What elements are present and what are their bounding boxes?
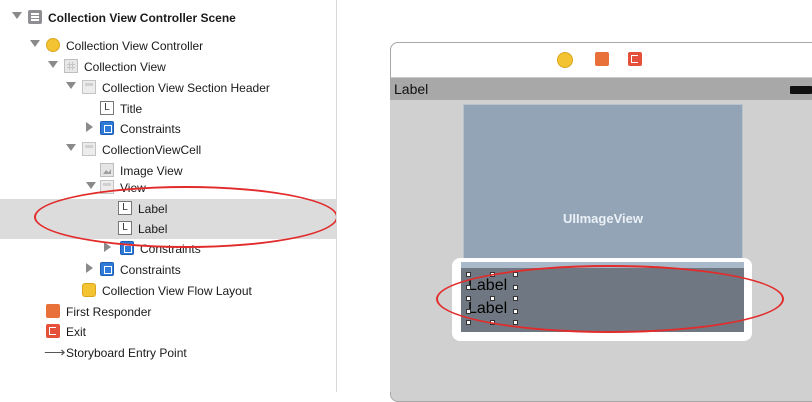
view-controller-icon	[46, 38, 60, 52]
outline-item-label: Collection View Section Header	[102, 81, 270, 95]
battery-icon	[790, 86, 812, 94]
outline-row-view-controller[interactable]: Collection View Controller	[0, 36, 336, 56]
disclosure-open-icon[interactable]	[86, 182, 96, 189]
highlight-ellipse	[34, 186, 338, 248]
view-controller-icon[interactable]	[557, 52, 573, 68]
outline-item-label: Collection View Flow Layout	[102, 284, 252, 298]
document-outline: Collection View Controller Scene Collect…	[0, 0, 338, 392]
outline-row-scene[interactable]: Collection View Controller Scene	[0, 8, 336, 28]
outline-row-exit[interactable]: Exit	[0, 322, 336, 342]
disclosure-open-icon[interactable]	[30, 40, 40, 47]
outline-item-label: Collection View Controller Scene	[48, 11, 236, 25]
scene-icon	[28, 10, 42, 24]
disclosure-closed-icon[interactable]	[86, 122, 93, 132]
disclosure-open-icon[interactable]	[12, 12, 22, 19]
resize-handle[interactable]	[466, 272, 471, 277]
label-icon: L	[100, 101, 114, 115]
section-header[interactable]: Label	[390, 78, 812, 101]
image-view-icon	[100, 163, 114, 177]
exit-icon	[46, 324, 60, 338]
outline-item-label: CollectionViewCell	[102, 143, 202, 157]
cell-icon	[82, 142, 96, 156]
disclosure-closed-icon[interactable]	[86, 263, 93, 273]
outline-item-label: Storyboard Entry Point	[66, 346, 187, 360]
outline-item-label: First Responder	[66, 305, 152, 319]
outline-row-title[interactable]: L Title	[0, 99, 336, 119]
header-title-label[interactable]: Label	[394, 81, 428, 97]
outline-item-label: Constraints	[120, 122, 181, 136]
outline-item-label: Image View	[120, 164, 183, 178]
outline-item-label: Collection View	[84, 60, 166, 74]
outline-item-label: Constraints	[120, 263, 181, 277]
outline-row-constraints[interactable]: Constraints	[0, 119, 336, 139]
outline-row-entry-point[interactable]: ⟶ Storyboard Entry Point	[0, 343, 336, 363]
first-responder-icon	[46, 304, 60, 318]
exit-icon[interactable]	[628, 52, 642, 66]
collection-view-icon	[64, 59, 78, 73]
outline-row-first-responder[interactable]: First Responder	[0, 302, 336, 322]
disclosure-open-icon[interactable]	[66, 82, 76, 89]
disclosure-open-icon[interactable]	[66, 144, 76, 151]
first-responder-icon[interactable]	[595, 52, 609, 66]
section-header-icon	[82, 80, 96, 94]
image-view[interactable]: UIImageView	[463, 104, 743, 266]
resize-handle[interactable]	[466, 320, 471, 325]
outline-row-collection-view[interactable]: Collection View	[0, 57, 336, 77]
image-view-label: UIImageView	[563, 211, 643, 226]
outline-row-section-header[interactable]: Collection View Section Header	[0, 78, 336, 98]
constraints-icon	[100, 262, 114, 276]
outline-item-label: Title	[120, 102, 143, 116]
outline-row-flow-layout[interactable]: Collection View Flow Layout	[0, 281, 336, 301]
highlight-ellipse	[436, 265, 784, 333]
outline-row-cell[interactable]: CollectionViewCell	[0, 140, 336, 160]
disclosure-open-icon[interactable]	[48, 61, 58, 68]
outline-item-label: Collection View Controller	[66, 39, 204, 53]
outline-row-cell-constraints[interactable]: Constraints	[0, 260, 336, 280]
constraints-icon	[100, 121, 114, 135]
flow-layout-icon	[82, 283, 96, 297]
arrow-right-icon: ⟶	[44, 344, 66, 361]
outline-item-label: Exit	[66, 325, 87, 339]
